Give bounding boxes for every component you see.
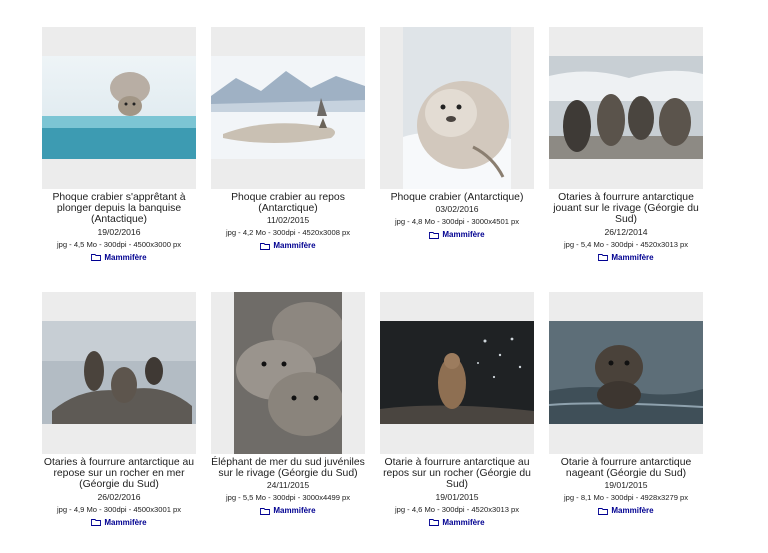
photo-thumbnail[interactable]	[549, 27, 703, 189]
photo-file-info: jpg - 4,5 Mo - 300dpi - 4500x3000 px	[56, 239, 182, 249]
photo-date: 24/11/2015	[266, 480, 310, 491]
photo-thumbnail[interactable]	[380, 292, 534, 454]
photo-file-info: jpg - 4,9 Mo - 300dpi - 4500x3001 px	[56, 504, 182, 514]
photo-thumbnail[interactable]	[211, 292, 365, 454]
category-label: Mammifère	[442, 230, 485, 240]
photo-image	[42, 321, 196, 424]
folder-icon	[260, 242, 271, 250]
photo-card: Otaries à fourrure antarctique au repose…	[42, 292, 196, 528]
photo-card: Phoque crabier s'apprêtant à plonger dep…	[42, 27, 196, 263]
photo-thumbnail[interactable]	[42, 27, 196, 189]
category-link[interactable]: Mammifère	[549, 505, 703, 516]
category-link[interactable]: Mammifère	[211, 240, 365, 251]
photo-date: 03/02/2016	[435, 204, 479, 215]
photo-file-info: jpg - 8,1 Mo - 300dpi - 4928x3279 px	[563, 493, 689, 503]
photo-thumbnail[interactable]	[42, 292, 196, 454]
photo-title[interactable]: Otaries à fourrure antarctique jouant su…	[549, 192, 703, 226]
category-link[interactable]: Mammifère	[380, 517, 534, 528]
category-label: Mammifère	[273, 506, 316, 516]
photo-card: Phoque crabier (Antarctique) 03/02/2016 …	[380, 27, 534, 240]
photo-image	[549, 321, 703, 424]
photo-file-info: jpg - 5,4 Mo - 300dpi - 4520x3013 px	[563, 239, 689, 249]
folder-icon	[91, 518, 102, 527]
folder-icon	[429, 518, 440, 527]
category-link[interactable]: Mammifère	[549, 252, 703, 263]
photo-image	[211, 56, 365, 159]
photo-image	[403, 27, 511, 189]
photo-title[interactable]: Otarie à fourrure antarctique au repos s…	[380, 457, 534, 491]
photo-image	[234, 292, 342, 454]
photo-image	[380, 321, 534, 424]
photo-title[interactable]: Phoque crabier s'apprêtant à plonger dep…	[42, 192, 196, 226]
category-link[interactable]: Mammifère	[211, 505, 365, 516]
category-label: Mammifère	[104, 517, 147, 527]
photo-card: Otarie à fourrure antarctique au repos s…	[380, 292, 534, 528]
photo-card: Phoque crabier au repos (Antarctique) 11…	[211, 27, 365, 251]
photo-title[interactable]: Otarie à fourrure antarctique nageant (G…	[549, 457, 703, 479]
category-label: Mammifère	[104, 252, 147, 262]
folder-icon	[429, 231, 440, 239]
category-label: Mammifère	[611, 252, 654, 262]
photo-card: Éléphant de mer du sud juvéniles sur le …	[211, 292, 365, 516]
photo-date: 19/01/2015	[435, 491, 479, 502]
photo-thumbnail[interactable]	[380, 27, 534, 189]
photo-file-info: jpg - 5,5 Mo - 300dpi - 3000x4499 px	[225, 493, 351, 503]
photo-title[interactable]: Éléphant de mer du sud juvéniles sur le …	[211, 457, 365, 479]
folder-icon	[260, 507, 271, 515]
photo-date: 26/02/2016	[97, 491, 141, 502]
photo-date: 19/02/2016	[97, 226, 141, 237]
photo-date: 19/01/2015	[604, 480, 648, 491]
photo-date: 11/02/2015	[266, 215, 310, 226]
folder-icon	[91, 253, 102, 262]
category-link[interactable]: Mammifère	[380, 229, 534, 240]
category-label: Mammifère	[273, 241, 316, 251]
photo-title[interactable]: Phoque crabier (Antarctique)	[380, 192, 534, 203]
photo-file-info: jpg - 4,6 Mo - 300dpi - 4520x3013 px	[394, 504, 520, 514]
folder-icon	[598, 253, 609, 262]
category-link[interactable]: Mammifère	[42, 252, 196, 263]
folder-icon	[598, 507, 609, 515]
photo-date: 26/12/2014	[604, 226, 648, 237]
category-label: Mammifère	[442, 517, 485, 527]
photo-file-info: jpg - 4,8 Mo - 300dpi - 3000x4501 px	[394, 217, 520, 227]
category-link[interactable]: Mammifère	[42, 517, 196, 528]
photo-card: Otaries à fourrure antarctique jouant su…	[549, 27, 703, 263]
photo-image	[42, 56, 196, 159]
photo-thumbnail[interactable]	[211, 27, 365, 189]
photo-title[interactable]: Otaries à fourrure antarctique au repose…	[42, 457, 196, 491]
photo-image	[549, 56, 703, 159]
photo-file-info: jpg - 4,2 Mo - 300dpi - 4520x3008 px	[225, 228, 351, 238]
photo-card: Otarie à fourrure antarctique nageant (G…	[549, 292, 703, 516]
category-label: Mammifère	[611, 506, 654, 516]
photo-title[interactable]: Phoque crabier au repos (Antarctique)	[211, 192, 365, 214]
photo-thumbnail[interactable]	[549, 292, 703, 454]
